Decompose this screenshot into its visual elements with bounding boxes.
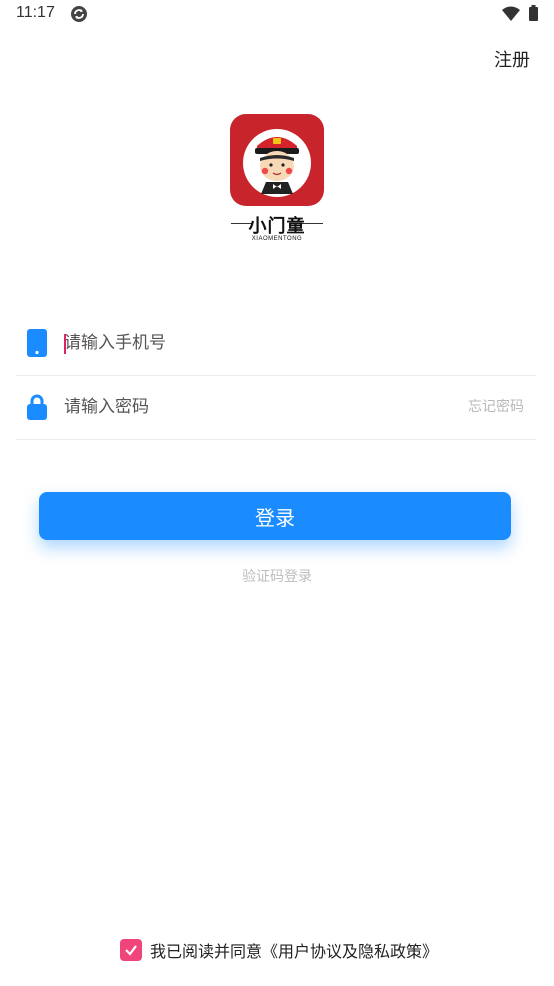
brand-name: 小门童 <box>248 216 306 237</box>
login-button[interactable]: 登录 <box>39 492 511 540</box>
wifi-icon <box>502 6 520 21</box>
app-logo <box>230 114 324 206</box>
agreement-row: 我已阅读并同意《用户协议及隐私政策》 <box>120 938 438 962</box>
forgot-password-link[interactable]: 忘记密码 <box>468 396 524 416</box>
phone-field <box>16 312 536 376</box>
battery-icon <box>529 5 538 21</box>
password-field: 忘记密码 <box>16 376 536 440</box>
phone-icon <box>27 329 47 357</box>
lock-icon <box>27 394 47 420</box>
checkmark-icon <box>125 945 137 956</box>
sync-icon <box>71 6 87 22</box>
agreement-text[interactable]: 我已阅读并同意《用户协议及隐私政策》 <box>150 938 438 962</box>
doorman-mascot-icon <box>243 129 311 197</box>
status-bar: 11:17 <box>0 0 554 30</box>
brand-subtitle: XIAOMENTONG <box>251 236 303 242</box>
code-login-link[interactable]: 验证码登录 <box>0 566 554 586</box>
agreement-checkbox[interactable] <box>120 939 142 961</box>
phone-input[interactable] <box>64 328 454 358</box>
register-link[interactable]: 注册 <box>494 46 530 72</box>
password-input[interactable] <box>64 392 454 422</box>
text-cursor <box>64 334 66 354</box>
status-time: 11:17 <box>16 4 55 21</box>
